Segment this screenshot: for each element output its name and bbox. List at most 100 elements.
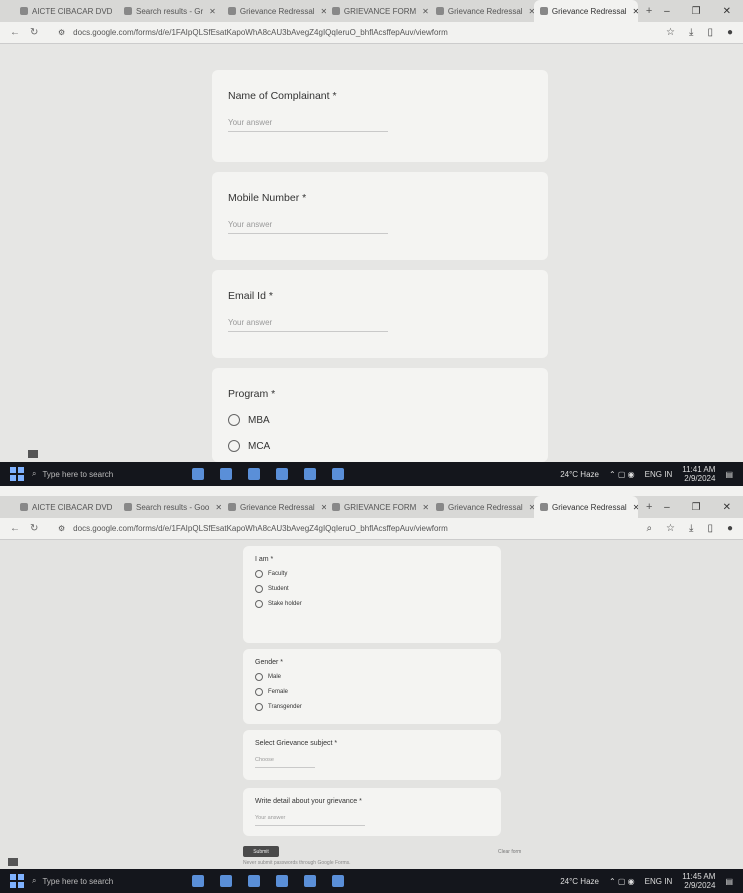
radio-option[interactable]: Transgender <box>255 703 489 711</box>
windows-start-icon[interactable] <box>10 467 24 481</box>
reload-icon[interactable]: ↻ <box>30 27 38 38</box>
tray-icons[interactable]: ⌃ ▢ ◉ <box>609 877 635 886</box>
browser-tab[interactable]: AICTE CIBACAR DVD✕ <box>14 0 118 22</box>
browser-tab[interactable]: GRIEVANCE FORM ✕ <box>326 0 430 22</box>
close-icon[interactable]: ✕ <box>209 7 216 16</box>
site-info-icon[interactable]: ⚙ <box>58 524 65 533</box>
question-label: Select Grievance subject * <box>255 740 338 747</box>
radio-option[interactable]: Student <box>255 585 489 593</box>
close-icon[interactable]: ✕ <box>422 7 429 16</box>
question-card-details: Write detail about your grievance * Your… <box>243 788 501 836</box>
star-icon[interactable]: ☆ <box>666 27 675 38</box>
back-icon[interactable]: ← <box>10 523 20 534</box>
close-icon[interactable]: ✕ <box>215 503 222 512</box>
radio-option[interactable]: MBA <box>228 414 532 426</box>
avatar[interactable]: ● <box>727 523 733 534</box>
choose-dropdown[interactable]: Choose <box>255 757 315 768</box>
answer-input[interactable]: Your answer <box>228 118 388 132</box>
store-icon[interactable] <box>276 875 288 887</box>
url-text[interactable]: docs.google.com/forms/d/e/1FAIpQLSfEsatK… <box>73 524 646 533</box>
chrome-icon[interactable] <box>220 875 232 887</box>
tab-label: Grievance Redressal <box>552 502 627 512</box>
close-window-icon[interactable]: ✕ <box>723 502 731 513</box>
radio-option[interactable]: Male <box>255 673 489 681</box>
back-icon[interactable]: ← <box>10 27 20 38</box>
sidepanel-icon[interactable]: ▯ <box>707 27 713 38</box>
close-window-icon[interactable]: ✕ <box>723 6 731 17</box>
explorer-icon[interactable] <box>248 468 260 480</box>
tray-icons[interactable]: ⌃ ▢ ◉ <box>609 470 635 479</box>
address-bar: ← ↻ ⚙ docs.google.com/forms/d/e/1FAIpQLSf… <box>0 22 743 44</box>
tab-label: Grievance Redressal <box>240 502 315 512</box>
browser-tab-active[interactable]: Grievance Redressal ✕ <box>534 496 638 518</box>
radio-button[interactable] <box>255 600 263 608</box>
app-icon[interactable] <box>332 468 344 480</box>
language-indicator[interactable]: ENG IN <box>645 470 673 479</box>
close-icon[interactable]: ✕ <box>422 503 429 512</box>
app-icon[interactable] <box>332 875 344 887</box>
task-view-icon[interactable] <box>192 875 204 887</box>
browser-tab[interactable]: GRIEVANCE FORM ✕ <box>326 496 430 518</box>
avatar[interactable]: ● <box>727 27 733 38</box>
maximize-icon[interactable]: ❐ <box>692 6 701 17</box>
download-icon[interactable]: ⤓ <box>689 523 693 534</box>
time-text: 11:41 AM <box>682 465 716 474</box>
reload-icon[interactable]: ↻ <box>30 523 38 534</box>
date-text: 2/9/2024 <box>684 474 716 483</box>
radio-option[interactable]: Female <box>255 688 489 696</box>
answer-input[interactable]: Your answer <box>228 318 388 332</box>
clear-form-link[interactable]: Clear form <box>498 849 521 855</box>
minimize-icon[interactable]: – <box>664 502 670 513</box>
new-tab-button[interactable]: + <box>638 501 660 513</box>
browser-tab[interactable]: Grievance Redressal ✕ <box>430 0 534 22</box>
weather-text[interactable]: 24°C Haze <box>560 470 599 479</box>
star-icon[interactable]: ☆ <box>666 523 675 534</box>
browser-tab[interactable]: Search results - Goo ✕ <box>118 496 222 518</box>
radio-button[interactable] <box>255 585 263 593</box>
radio-button[interactable] <box>228 440 240 452</box>
notification-badge <box>28 450 38 458</box>
answer-input[interactable]: Your answer <box>255 815 365 826</box>
url-text[interactable]: docs.google.com/forms/d/e/1FAIpQLSfEsatK… <box>73 28 666 37</box>
radio-button[interactable] <box>228 414 240 426</box>
site-info-icon[interactable]: ⚙ <box>58 28 65 37</box>
notifications-icon[interactable]: ▤ <box>725 877 733 886</box>
sidepanel-icon[interactable]: ▯ <box>707 523 713 534</box>
browser-tab[interactable]: Search results - Gr ✕ <box>118 0 222 22</box>
zoom-icon[interactable]: ⌕ <box>646 523 652 534</box>
maximize-icon[interactable]: ❐ <box>692 502 701 513</box>
taskbar-search[interactable]: ⌕ Type here to search <box>32 876 152 886</box>
submit-button[interactable]: Submit <box>243 846 279 857</box>
app-icon[interactable] <box>304 468 316 480</box>
explorer-icon[interactable] <box>248 875 260 887</box>
windows-start-icon[interactable] <box>10 874 24 888</box>
task-view-icon[interactable] <box>192 468 204 480</box>
radio-button[interactable] <box>255 673 263 681</box>
browser-tab[interactable]: Grievance Redressal ✕ <box>222 496 326 518</box>
app-icon[interactable] <box>304 875 316 887</box>
answer-input[interactable]: Your answer <box>228 220 388 234</box>
clock[interactable]: 11:45 AM 2/9/2024 <box>682 872 715 890</box>
new-tab-button[interactable]: + <box>638 5 660 17</box>
browser-tab[interactable]: AICTE CIBACAR DVD✕ <box>14 496 118 518</box>
browser-tab-active[interactable]: Grievance Redressal ✕ <box>533 0 638 22</box>
radio-button[interactable] <box>255 703 263 711</box>
radio-button[interactable] <box>255 570 263 578</box>
radio-option[interactable]: Stake holder <box>255 600 489 608</box>
chrome-icon[interactable] <box>220 468 232 480</box>
browser-tab[interactable]: Grievance Redressal ✕ <box>430 496 534 518</box>
minimize-icon[interactable]: – <box>664 6 670 17</box>
taskbar-search[interactable]: ⌕ Type here to search <box>32 469 152 479</box>
radio-option[interactable]: Faculty <box>255 570 489 578</box>
store-icon[interactable] <box>276 468 288 480</box>
radio-button[interactable] <box>255 688 263 696</box>
notifications-icon[interactable]: ▤ <box>725 470 733 479</box>
browser-tab[interactable]: Grievance Redressal ✕ <box>222 0 326 22</box>
download-icon[interactable]: ⤓ <box>689 27 693 38</box>
language-indicator[interactable]: ENG IN <box>645 877 673 886</box>
radio-option[interactable]: MCA <box>228 440 532 452</box>
weather-text[interactable]: 24°C Haze <box>560 877 599 886</box>
clock[interactable]: 11:41 AM 2/9/2024 <box>682 465 715 483</box>
question-card-complainant: Name of Complainant * Your answer <box>212 70 548 162</box>
question-label: I am * <box>255 556 274 563</box>
